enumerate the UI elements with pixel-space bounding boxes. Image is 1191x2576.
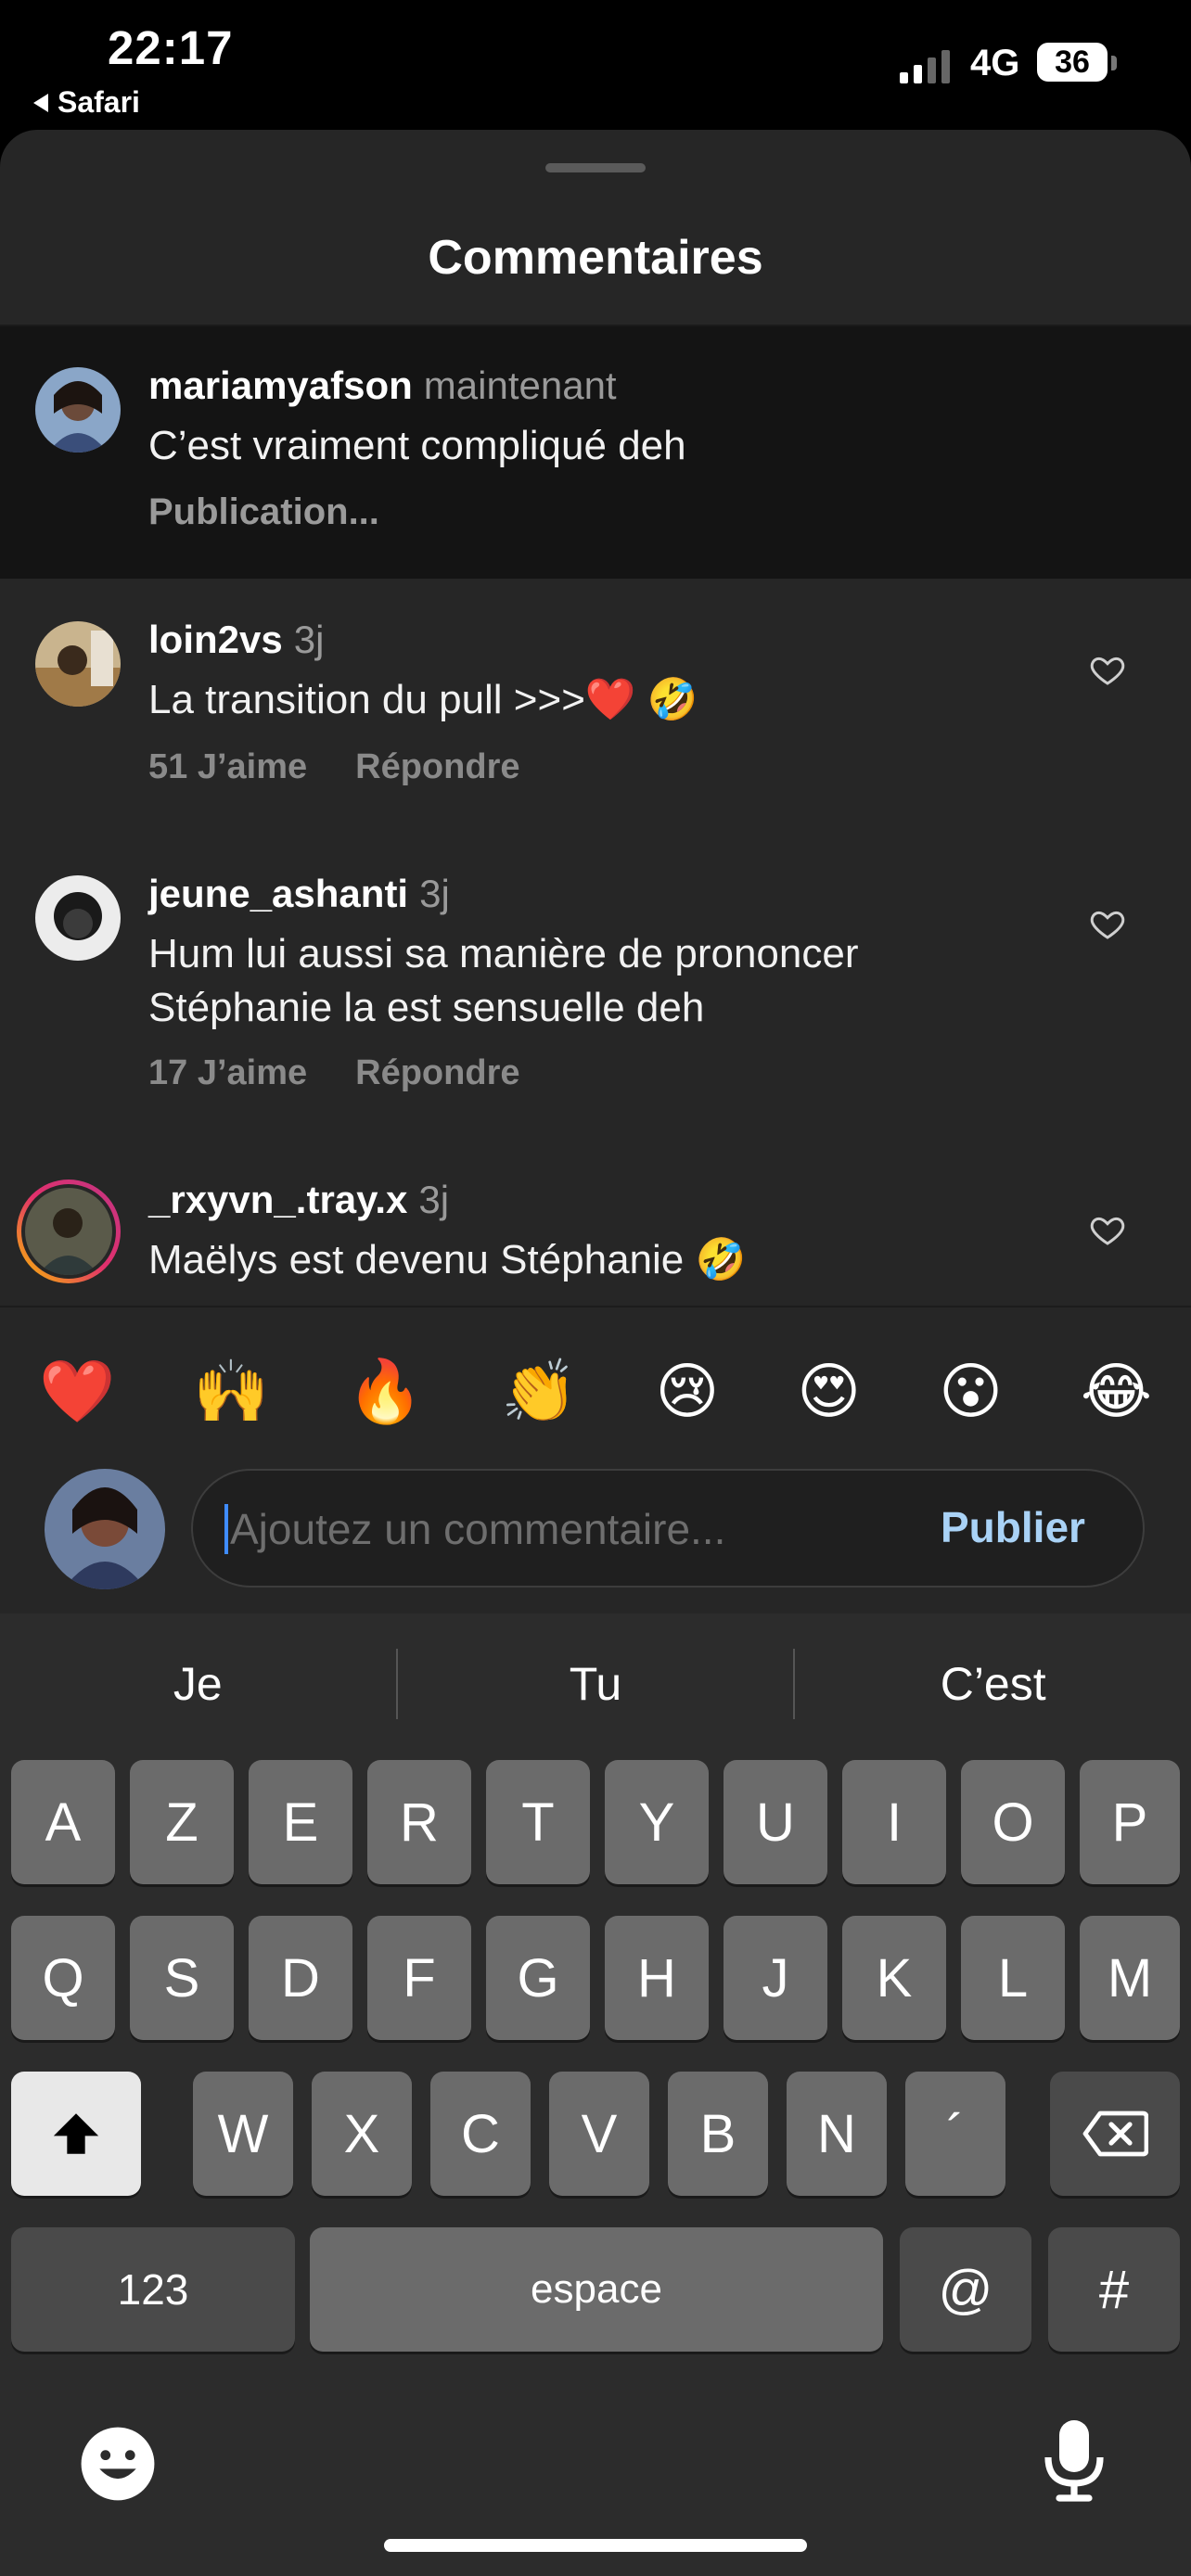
- numbers-key[interactable]: 123: [11, 2227, 295, 2352]
- comment-text-line: Hum lui aussi sa manière de prononcer: [148, 931, 859, 976]
- network-type: 4G: [970, 43, 1020, 83]
- username[interactable]: mariamyafson: [148, 363, 413, 408]
- key-z[interactable]: Z: [130, 1760, 234, 1884]
- comment-text-line: Stéphanie la est sensuelle deh: [148, 985, 705, 1030]
- username[interactable]: loin2vs: [148, 618, 283, 662]
- avatar: [45, 1469, 165, 1589]
- key-n[interactable]: N: [787, 2072, 887, 2196]
- key-u[interactable]: U: [724, 1760, 827, 1884]
- backspace-icon: [1082, 2111, 1148, 2157]
- avatar: [25, 1188, 112, 1275]
- heart-outline-icon[interactable]: [1089, 905, 1126, 947]
- comment-header: mariamyafson maintenant: [148, 363, 617, 408]
- key-w[interactable]: W: [193, 2072, 293, 2196]
- key-l[interactable]: L: [961, 1916, 1065, 2040]
- publish-button[interactable]: Publier: [941, 1502, 1085, 1552]
- comment-time: 3j: [419, 872, 450, 915]
- key-c[interactable]: C: [430, 2072, 531, 2196]
- key-d[interactable]: D: [249, 1916, 352, 2040]
- avatar[interactable]: [35, 367, 121, 453]
- space-key[interactable]: espace: [310, 2227, 883, 2352]
- username[interactable]: _rxyvn_.tray.x: [148, 1178, 407, 1222]
- key-b[interactable]: B: [668, 2072, 768, 2196]
- key-h[interactable]: H: [605, 1916, 709, 2040]
- key-s[interactable]: S: [130, 1916, 234, 2040]
- reaction-laughing[interactable]: 😂: [1081, 1360, 1152, 1422]
- delete-key[interactable]: [1050, 2072, 1180, 2196]
- key-r[interactable]: R: [367, 1760, 471, 1884]
- comment-text: C’est vraiment compliqué deh: [148, 423, 686, 468]
- key-e[interactable]: E: [249, 1760, 352, 1884]
- back-to-safari[interactable]: Safari: [33, 85, 140, 120]
- key-k[interactable]: K: [842, 1916, 946, 2040]
- key-f[interactable]: F: [367, 1916, 471, 2040]
- reaction-surprised[interactable]: 😮: [939, 1360, 1003, 1422]
- sheet-grabber[interactable]: [545, 163, 646, 172]
- reaction-heart-eyes[interactable]: 😍: [797, 1360, 861, 1422]
- back-app-label: Safari: [58, 85, 140, 119]
- key-i[interactable]: I: [842, 1760, 946, 1884]
- suggestion[interactable]: Je: [0, 1657, 396, 1711]
- hash-key[interactable]: #: [1048, 2227, 1180, 2352]
- key-o[interactable]: O: [961, 1760, 1065, 1884]
- comment-text: Maëlys est devenu Stéphanie 🤣: [148, 1237, 747, 1282]
- status-time: 22:17: [108, 21, 234, 74]
- comment-header: _rxyvn_.tray.x 3j: [148, 1178, 449, 1222]
- back-arrow-icon: [33, 93, 48, 112]
- like-count[interactable]: 51 J’aime: [148, 747, 307, 787]
- comment-actions: 51 J’aime Répondre: [148, 747, 520, 787]
- avatar[interactable]: [35, 621, 121, 707]
- key-m[interactable]: M: [1080, 1916, 1180, 2040]
- comment-placeholder: Ajoutez un commentaire...: [230, 1505, 726, 1553]
- comment-actions: 17 J’aime Répondre: [148, 1053, 520, 1093]
- username[interactable]: jeune_ashanti: [148, 872, 408, 916]
- suggestion[interactable]: Tu: [398, 1657, 794, 1711]
- heart-outline-icon[interactable]: [1089, 1211, 1126, 1253]
- posting-status: Publication...: [148, 491, 379, 532]
- reaction-heart[interactable]: ❤️: [39, 1360, 115, 1422]
- comment-time: 3j: [293, 618, 325, 661]
- sheet-title: Commentaires: [428, 231, 763, 285]
- story-ring[interactable]: [17, 1180, 121, 1283]
- like-count[interactable]: 17 J’aime: [148, 1053, 307, 1093]
- home-indicator[interactable]: [384, 2539, 807, 2552]
- reaction-raised-hands[interactable]: 🙌: [193, 1360, 269, 1422]
- battery-tip: [1111, 56, 1117, 70]
- comment-header: loin2vs 3j: [148, 618, 324, 662]
- key-y[interactable]: Y: [605, 1760, 709, 1884]
- reaction-crying[interactable]: 😢: [656, 1360, 720, 1422]
- comment-header: jeune_ashanti 3j: [148, 872, 450, 916]
- comment-time: maintenant: [423, 363, 617, 407]
- reaction-fire[interactable]: 🔥: [347, 1360, 423, 1422]
- battery-icon: 36: [1037, 43, 1108, 82]
- emoji-keyboard-icon[interactable]: [78, 2424, 158, 2508]
- key-p[interactable]: P: [1080, 1760, 1180, 1884]
- key-acute-accent[interactable]: ´: [905, 2072, 1005, 2196]
- key-q[interactable]: Q: [11, 1916, 115, 2040]
- shift-key[interactable]: [11, 2072, 141, 2196]
- reply-button[interactable]: Répondre: [355, 1053, 519, 1093]
- key-g[interactable]: G: [486, 1916, 590, 2040]
- key-x[interactable]: X: [312, 2072, 412, 2196]
- comment-text: La transition du pull >>>❤️ 🤣: [148, 677, 698, 722]
- heart-outline-icon[interactable]: [1089, 651, 1126, 693]
- key-a[interactable]: A: [11, 1760, 115, 1884]
- quick-reactions-bar: ❤️ 🙌 🔥 👏 😢 😍 😮 😂: [0, 1306, 1191, 1474]
- reply-button[interactable]: Répondre: [355, 747, 519, 787]
- microphone-icon[interactable]: [1037, 2417, 1111, 2510]
- text-caret: [224, 1504, 228, 1554]
- key-j[interactable]: J: [724, 1916, 827, 2040]
- key-v[interactable]: V: [549, 2072, 649, 2196]
- reaction-clap[interactable]: 👏: [501, 1360, 577, 1422]
- suggestion[interactable]: C’est: [795, 1657, 1191, 1711]
- signal-strength-icon: [900, 46, 950, 83]
- predictive-bar: Je Tu C’est: [0, 1647, 1191, 1721]
- avatar[interactable]: [35, 875, 121, 961]
- key-t[interactable]: T: [486, 1760, 590, 1884]
- shift-icon: [53, 2113, 99, 2154]
- comment-time: 3j: [418, 1178, 450, 1221]
- at-key[interactable]: @: [900, 2227, 1031, 2352]
